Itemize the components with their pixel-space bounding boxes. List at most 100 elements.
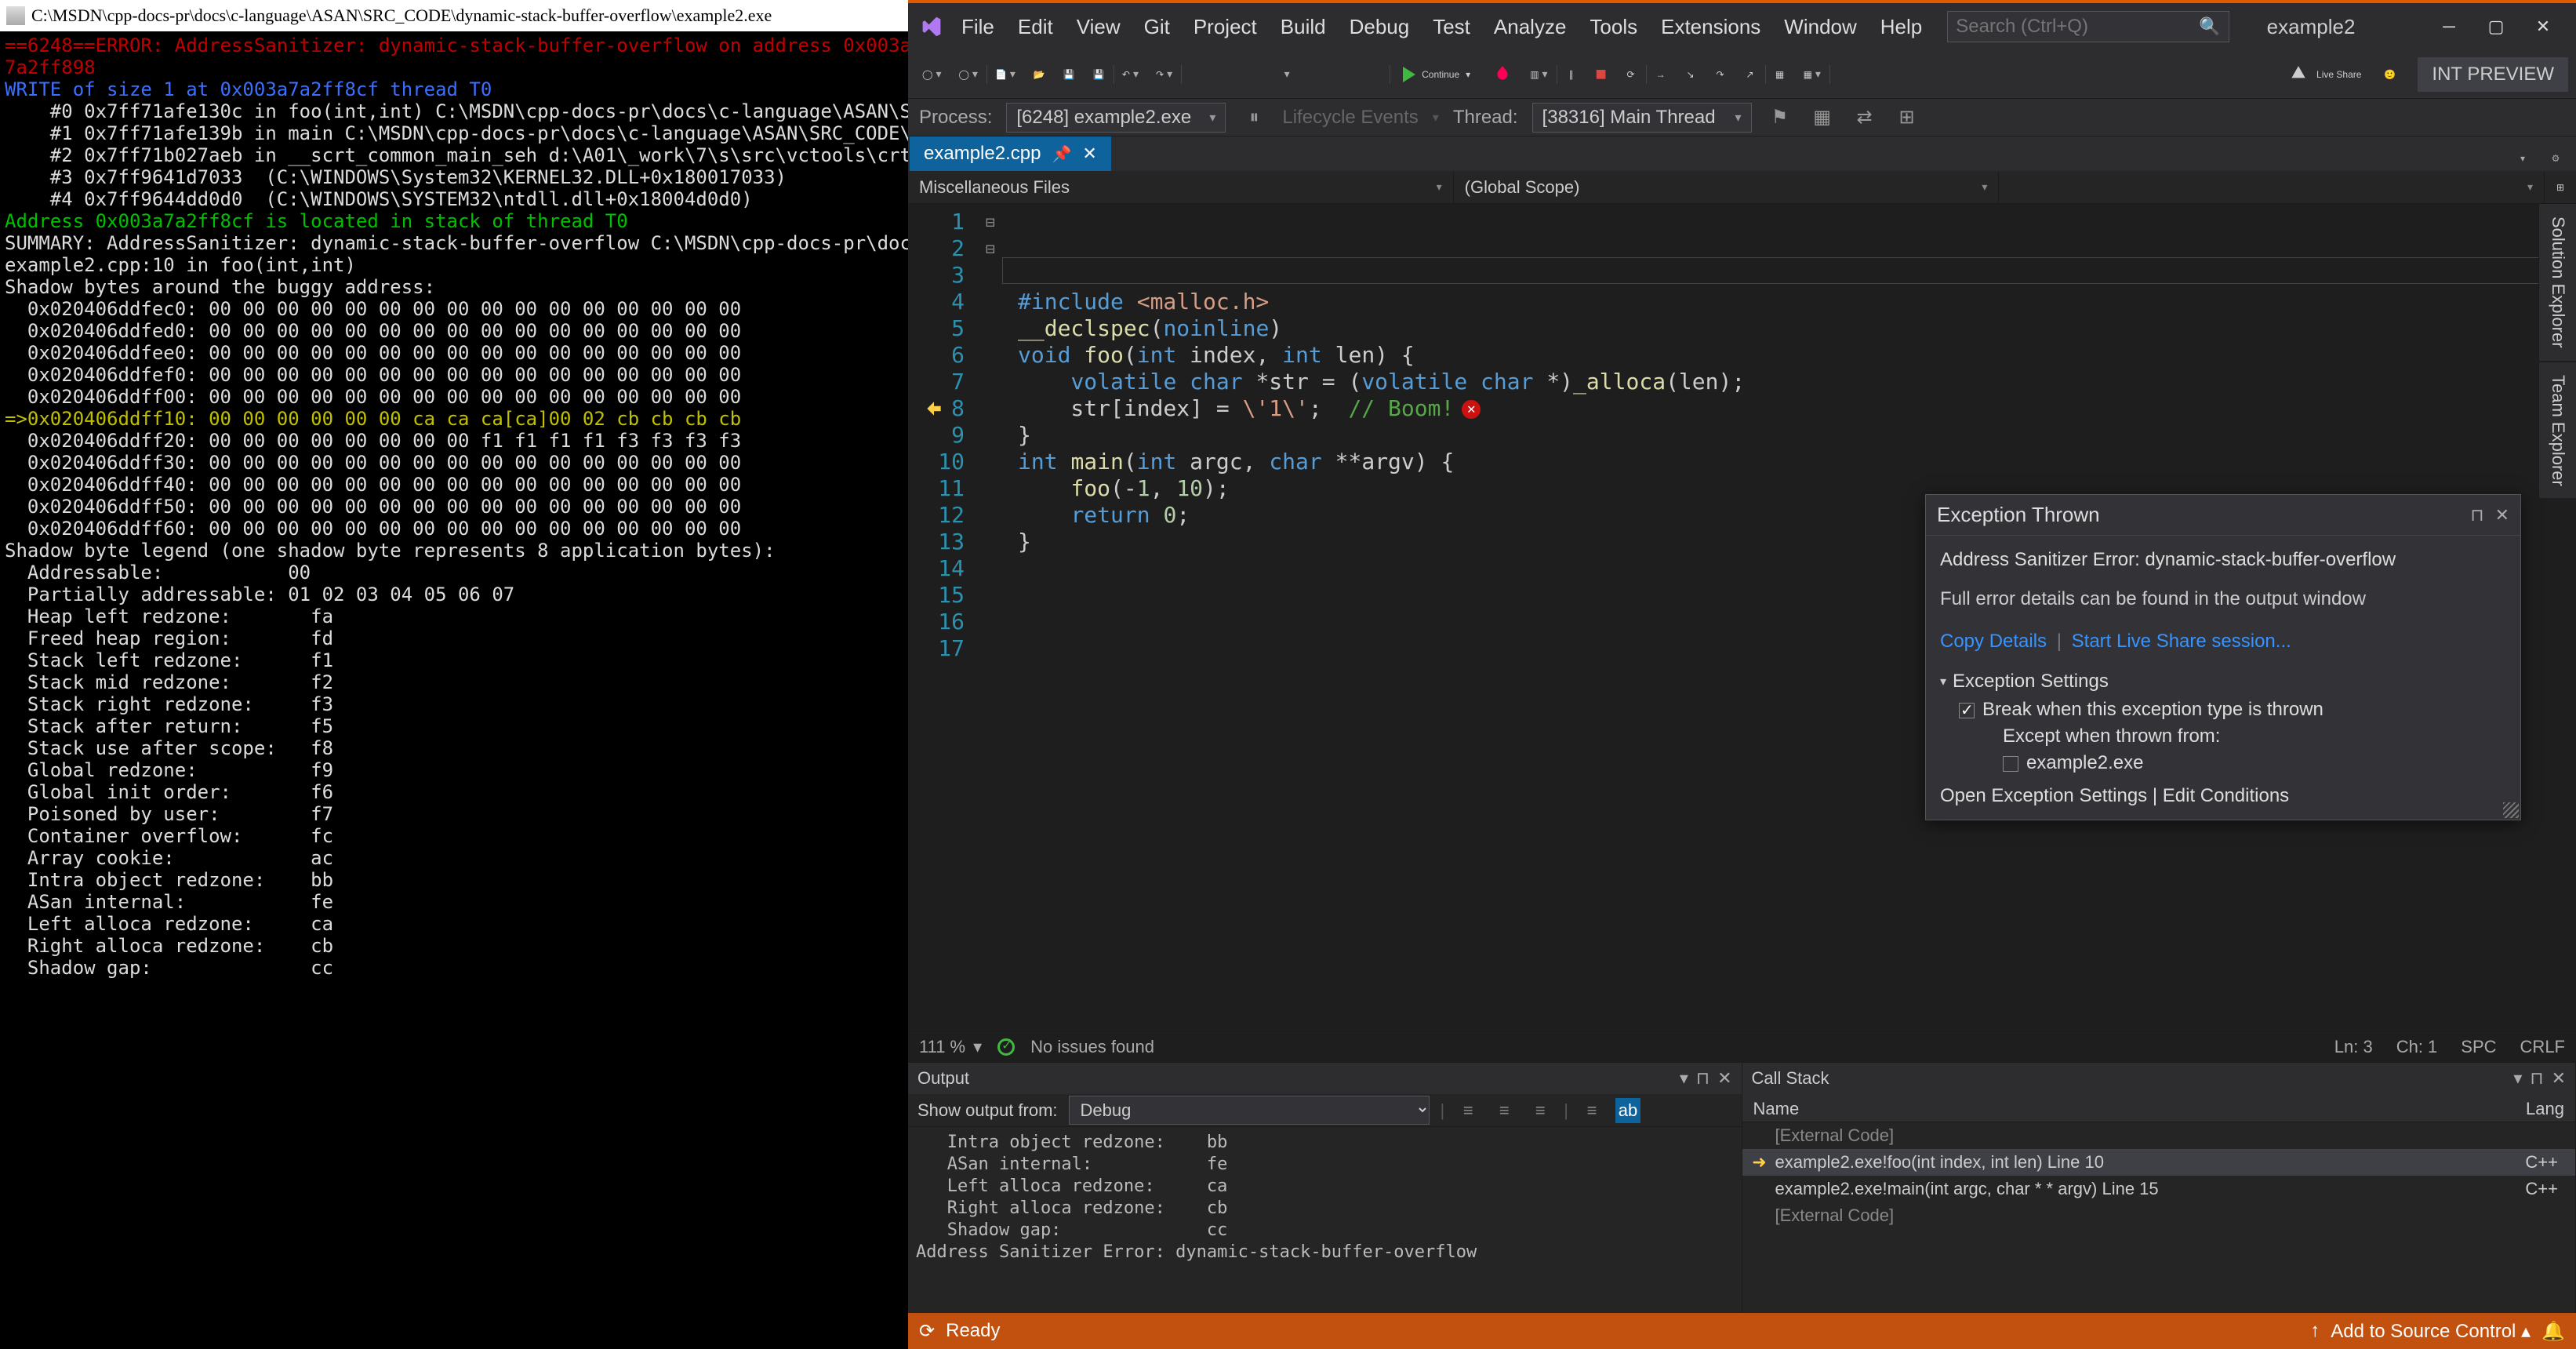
team-explorer-tab[interactable]: Team Explorer — [2538, 362, 2576, 499]
callstack-rows[interactable]: [External Code]➜example2.exe!foo(int ind… — [1742, 1122, 2576, 1313]
pin-icon[interactable]: 📌 — [1052, 144, 1071, 164]
step-out-button[interactable]: ↗ — [1738, 57, 1763, 92]
menu-help[interactable]: Help — [1871, 10, 1931, 44]
menu-project[interactable]: Project — [1184, 10, 1266, 44]
notifications-button[interactable]: 🔔 — [2541, 1320, 2565, 1343]
nav-project-dropdown[interactable]: Miscellaneous Files▾ — [908, 171, 1454, 203]
status-up-icon[interactable]: ↑ — [2310, 1320, 2320, 1342]
output-dropdown-button[interactable]: ▾ — [1680, 1068, 1688, 1089]
exception-close-button[interactable]: ✕ — [2495, 505, 2509, 525]
stop-button[interactable]: ■ — [1589, 57, 1614, 92]
flag-button[interactable]: ⚑ — [1766, 104, 1794, 132]
restart-button[interactable]: ⟳ — [1619, 57, 1644, 92]
fold-gutter[interactable]: ⊟⊟ — [979, 204, 1002, 1031]
thread-button[interactable]: ⇄ — [1851, 104, 1879, 132]
lineend-indicator[interactable]: CRLF — [2520, 1037, 2565, 1057]
undo-button[interactable]: ↶▾ — [1116, 57, 1145, 92]
close-tab-button[interactable]: ✕ — [1082, 144, 1096, 164]
tab-overflow-button[interactable]: ▾ — [2510, 146, 2535, 171]
int-preview-badge[interactable]: INT PREVIEW — [2418, 57, 2568, 92]
process-dropdown[interactable]: [6248] example2.exe▾ — [1006, 103, 1226, 133]
close-button[interactable]: ✕ — [2520, 11, 2567, 42]
output-pin-button[interactable]: ⊓ — [1696, 1068, 1709, 1089]
callstack-row[interactable]: example2.exe!main(int argc, char * * arg… — [1742, 1176, 2576, 1202]
indent-indicator[interactable]: SPC — [2461, 1037, 2496, 1057]
search-box[interactable]: 🔍 — [1947, 11, 2229, 42]
live-share-button[interactable]: Live Share — [2277, 64, 2372, 85]
output-close-button[interactable]: ✕ — [1717, 1068, 1731, 1089]
step-into-button[interactable]: ↘ — [1678, 57, 1703, 92]
copy-details-link[interactable]: Copy Details — [1940, 631, 2047, 652]
step-over-button[interactable]: ↷ — [1708, 57, 1733, 92]
menu-debug[interactable]: Debug — [1340, 10, 1419, 44]
edit-conditions-link[interactable]: Edit Conditions — [2163, 785, 2289, 806]
output-next-button[interactable]: ≡ — [1491, 1098, 1517, 1123]
maximize-button[interactable]: ▢ — [2472, 11, 2520, 42]
stack-frame-button[interactable]: ▦ — [1808, 104, 1837, 132]
nav-member-dropdown[interactable]: ▾ — [1999, 171, 2545, 203]
resize-grip[interactable] — [2503, 802, 2519, 818]
vs-logo-icon[interactable] — [917, 13, 946, 41]
callstack-pin-button[interactable]: ⊓ — [2530, 1068, 2543, 1089]
output-text[interactable]: Intra object redzone: bb ASan internal: … — [908, 1127, 1742, 1313]
tab-settings-button[interactable]: ⚙ — [2543, 146, 2568, 171]
output-clear-button[interactable]: ≡ — [1528, 1098, 1553, 1123]
menu-view[interactable]: View — [1067, 10, 1130, 44]
menu-build[interactable]: Build — [1271, 10, 1335, 44]
save-all-button[interactable]: 💾 — [1086, 57, 1111, 92]
minimize-button[interactable]: ─ — [2425, 11, 2472, 42]
search-input[interactable] — [1956, 16, 2199, 38]
toolbox-button[interactable]: ▦ — [1768, 57, 1793, 92]
menu-window[interactable]: Window — [1775, 10, 1866, 44]
solution-explorer-tab[interactable]: Solution Explorer — [2538, 204, 2576, 361]
source-control-button[interactable]: Add to Source Control ▴ — [2331, 1320, 2531, 1343]
nav-fwd-button[interactable]: ◯▾ — [952, 57, 983, 92]
nav-back-button[interactable]: ◯▾ — [916, 57, 947, 92]
break-when-thrown-checkbox[interactable]: Break when this exception type is thrown — [1959, 699, 2506, 721]
config-dropdown[interactable]: ▾ — [1183, 57, 1387, 92]
console-output[interactable]: ==6248==ERROR: AddressSanitizer: dynamic… — [0, 31, 908, 1349]
callstack-close-button[interactable]: ✕ — [2552, 1068, 2566, 1089]
live-share-link[interactable]: Start Live Share session... — [2072, 631, 2291, 652]
output-wrap-button[interactable]: ≡ — [1579, 1098, 1604, 1123]
menu-edit[interactable]: Edit — [1008, 10, 1063, 44]
exception-pin-button[interactable]: ⊓ — [2470, 505, 2483, 525]
hot-reload-button[interactable] — [1486, 57, 1519, 92]
output-prev-button[interactable]: ≡ — [1455, 1098, 1481, 1123]
feedback-button[interactable]: 🙂 — [2377, 57, 2402, 92]
menu-tools[interactable]: Tools — [1580, 10, 1647, 44]
open-exception-settings-link[interactable]: Open Exception Settings — [1940, 785, 2147, 806]
break-all-button[interactable]: ∥ — [1559, 57, 1584, 92]
callstack-col-lang[interactable]: Lang — [2489, 1094, 2575, 1122]
output-toggle-button[interactable]: ab — [1615, 1098, 1640, 1123]
output-source-dropdown[interactable]: Debug — [1069, 1096, 1430, 1125]
menu-git[interactable]: Git — [1135, 10, 1179, 44]
callstack-row[interactable]: ➜example2.exe!foo(int index, int len) Li… — [1742, 1149, 2576, 1176]
thread-dropdown[interactable]: [38316] Main Thread▾ — [1532, 103, 1752, 133]
open-button[interactable]: 📂 — [1026, 57, 1052, 92]
ips-button[interactable]: ⊞ — [1893, 104, 1921, 132]
file-tab-active[interactable]: example2.cpp 📌 ✕ — [910, 136, 1111, 171]
zoom-level[interactable]: 111 %▾ — [919, 1037, 982, 1057]
menu-analyze[interactable]: Analyze — [1484, 10, 1576, 44]
console-titlebar[interactable]: C:\MSDN\cpp-docs-pr\docs\c-language\ASAN… — [0, 0, 908, 31]
suspend-button[interactable]: ⏸ — [1240, 104, 1268, 132]
breakpoints-button[interactable]: ▦▾ — [1797, 57, 1827, 92]
redo-button[interactable]: ↷▾ — [1150, 57, 1179, 92]
callstack-row[interactable]: [External Code] — [1742, 1202, 2576, 1229]
editor[interactable]: 1234567891011121314151617 ⊟⊟ #include <m… — [908, 204, 2576, 1031]
new-button[interactable]: 📄▾ — [989, 57, 1022, 92]
show-next-button[interactable]: → — [1648, 57, 1673, 92]
save-button[interactable]: 💾 — [1056, 57, 1081, 92]
menu-extensions[interactable]: Extensions — [1651, 10, 1770, 44]
continue-button[interactable]: Continue▾ — [1392, 57, 1481, 92]
callstack-row[interactable]: [External Code] — [1742, 1122, 2576, 1149]
issues-text[interactable]: No issues found — [1030, 1037, 1154, 1057]
except-module-checkbox[interactable]: example2.exe — [1959, 752, 2506, 774]
char-indicator[interactable]: Ch: 1 — [2396, 1037, 2438, 1057]
menu-test[interactable]: Test — [1423, 10, 1480, 44]
exception-settings-header[interactable]: ▾Exception Settings — [1940, 671, 2506, 693]
callstack-dropdown-button[interactable]: ▾ — [2513, 1068, 2522, 1089]
menu-file[interactable]: File — [952, 10, 1004, 44]
split-button[interactable]: ⊞ — [2545, 171, 2576, 203]
